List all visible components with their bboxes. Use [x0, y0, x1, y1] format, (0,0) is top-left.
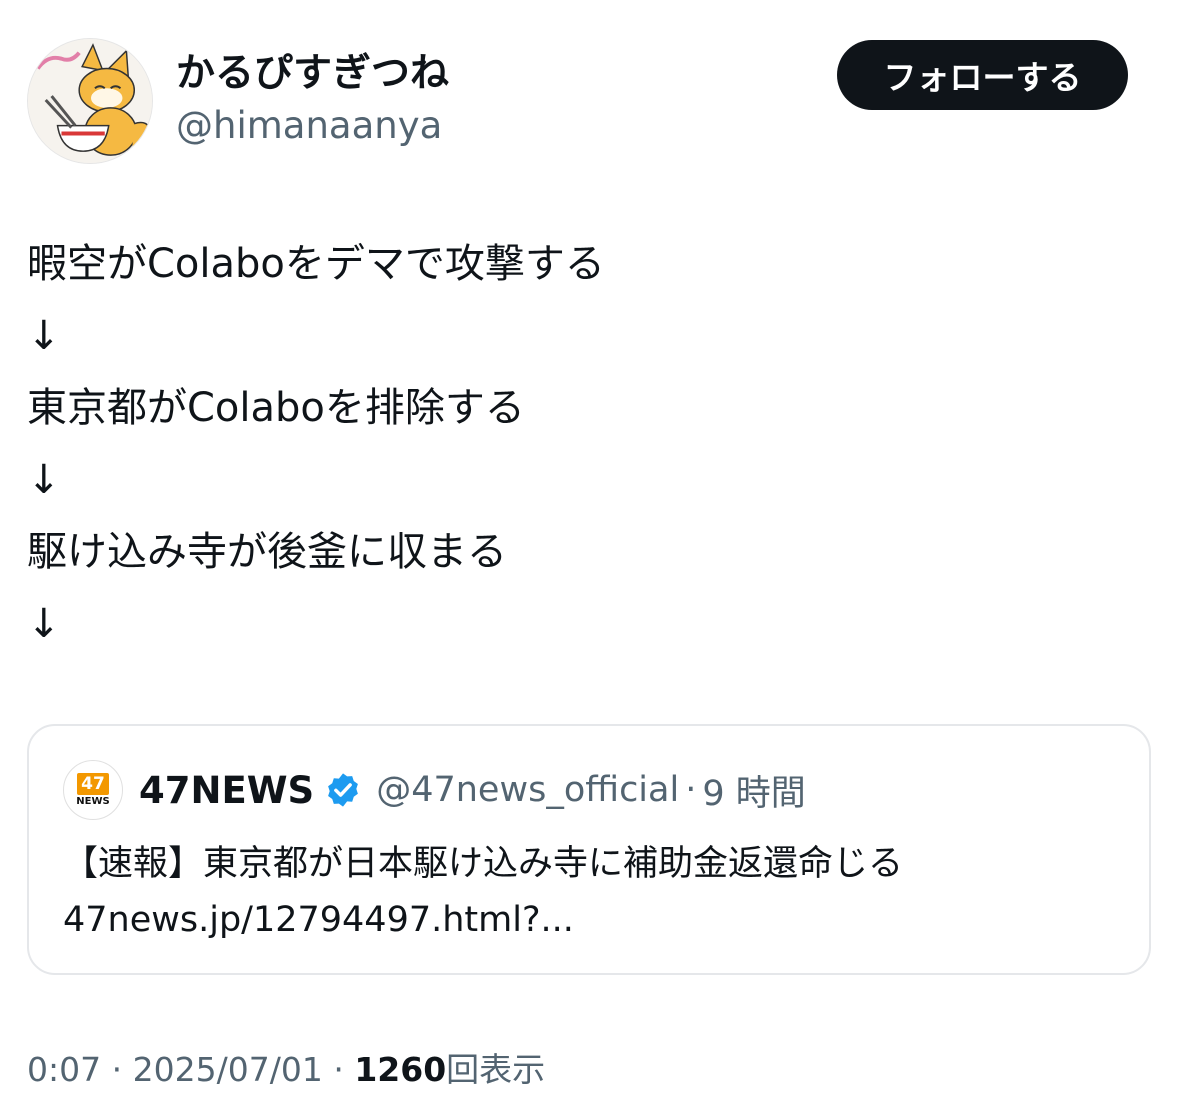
tweet-line: 東京都がColaboを排除する	[27, 385, 525, 431]
views-count: 1260	[354, 1050, 447, 1089]
separator-dot: ·	[333, 1050, 344, 1089]
down-arrow-line: ↓	[27, 601, 61, 647]
down-arrow-line: ↓	[27, 313, 61, 359]
author-handle[interactable]: @himanaanya	[176, 100, 442, 152]
views-label: 回表示	[446, 1050, 546, 1089]
quoted-author-name[interactable]: 47NEWS	[139, 769, 314, 812]
tweet-line: 駆け込み寺が後釜に収まる	[27, 529, 507, 575]
follow-button[interactable]: フォローする	[837, 40, 1128, 110]
separator-dot: ·	[685, 770, 697, 810]
quoted-tweet-header: 47 NEWS 47NEWS @47news_official · 9 時間	[63, 760, 806, 820]
verified-badge-icon	[328, 773, 359, 807]
quoted-tweet-text: 【速報】東京都が日本駆け込み寺に補助金返還命じる 47news.jp/12794…	[63, 836, 903, 948]
fox-character-avatar-icon	[28, 39, 152, 163]
quoted-tweet-link[interactable]: 47news.jp/12794497.html?...	[63, 892, 903, 948]
tweet-meta: 0:07 · 2025/07/01 · 1260回表示	[27, 1042, 545, 1098]
quoted-tweet-time[interactable]: 9 時間	[702, 765, 805, 816]
quoted-tweet-headline: 【速報】東京都が日本駆け込み寺に補助金返還命じる	[63, 844, 904, 884]
down-arrow-line: ↓	[27, 457, 61, 503]
author-avatar[interactable]	[27, 38, 153, 164]
author-display-name[interactable]: かるぴすぎつね	[176, 48, 449, 100]
tweet-line: 暇空がColaboをデマで攻撃する	[27, 241, 605, 287]
quoted-author-handle[interactable]: @47news_official	[376, 770, 679, 810]
quoted-tweet-card[interactable]: 47 NEWS 47NEWS @47news_official · 9 時間 【…	[27, 724, 1151, 975]
separator-dot: ·	[111, 1050, 123, 1089]
tweet-date[interactable]: 2025/07/01	[133, 1050, 323, 1089]
tweet-time[interactable]: 0:07	[27, 1050, 101, 1089]
tweet-text: 暇空がColaboをデマで攻撃する ↓ 東京都がColaboを排除する ↓ 駆け…	[27, 228, 1147, 660]
quoted-author-avatar[interactable]: 47 NEWS	[63, 760, 123, 820]
news-logo-word: NEWS	[76, 795, 110, 807]
news-logo-number: 47	[77, 772, 109, 795]
